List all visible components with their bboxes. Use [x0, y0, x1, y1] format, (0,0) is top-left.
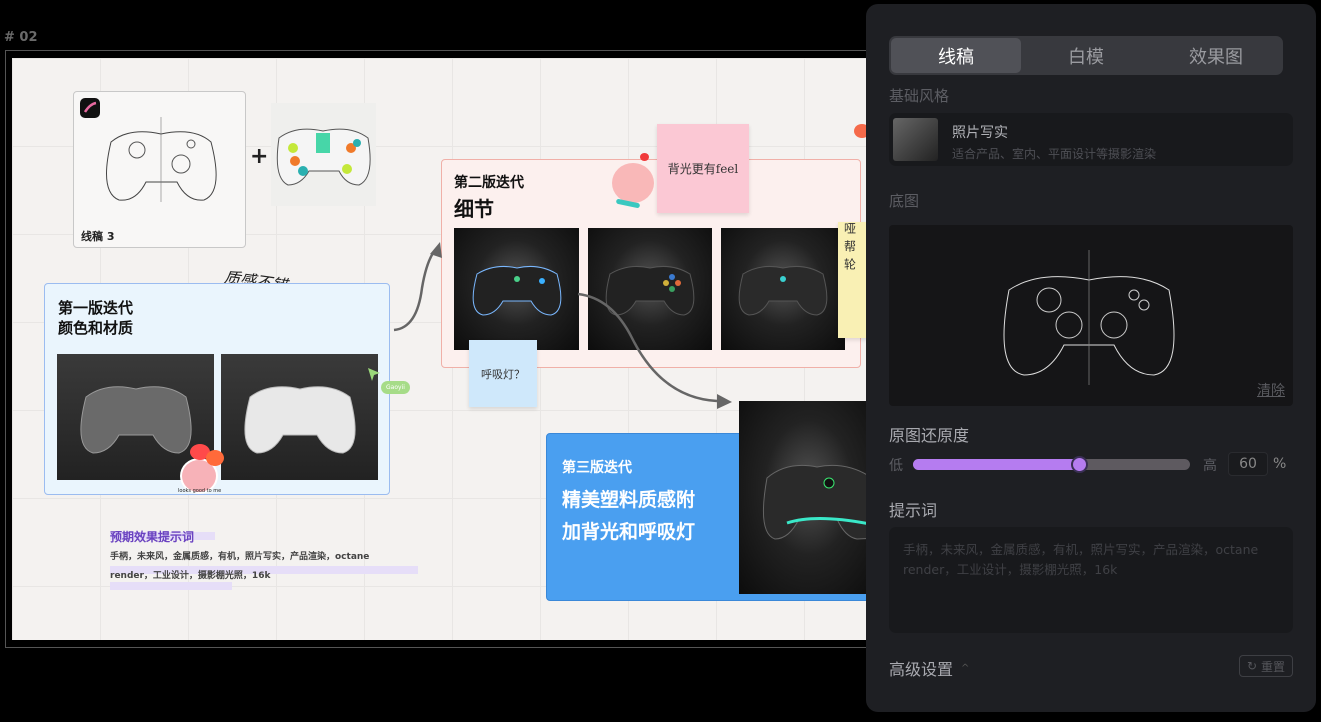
fidelity-slider[interactable]	[913, 456, 1190, 473]
style-thumbnail	[893, 118, 938, 161]
reset-button[interactable]: ↻ 重置	[1239, 655, 1293, 677]
refresh-icon: ↻	[1246, 659, 1258, 673]
frame-label: # 02	[4, 30, 38, 45]
base-image[interactable]: 清除	[889, 225, 1293, 406]
fidelity-slider-fill	[913, 459, 1080, 470]
reset-label: 重置	[1261, 659, 1286, 674]
tab-line-sketch[interactable]: 线稿	[891, 38, 1021, 73]
controller-sketch-base	[1003, 250, 1175, 385]
fidelity-label: 原图还原度	[889, 426, 970, 445]
base-image-label: 底图	[889, 192, 920, 210]
fidelity-high-label: 高	[1203, 458, 1217, 474]
chevron-up-icon: ^	[961, 662, 970, 674]
base-style-label: 基础风格	[889, 87, 950, 105]
tab-rendering[interactable]: 效果图	[1151, 38, 1281, 73]
mode-tabs: 线稿 白模 效果图	[889, 36, 1283, 75]
style-description: 适合产品、室内、平面设计等摄影渲染	[952, 147, 1157, 161]
style-option-card[interactable]: 照片写实 适合产品、室内、平面设计等摄影渲染	[889, 113, 1293, 166]
whiteboard-canvas[interactable]: 线稿 3 + 质感不错 第一版迭代 颜色和材质 looks good to me…	[12, 58, 868, 640]
settings-panel: 线稿 白模 效果图 基础风格 照片写实 适合产品、室内、平面设计等摄影渲染 底图…	[866, 4, 1316, 712]
fidelity-slider-handle[interactable]	[1071, 456, 1089, 473]
prompt-textarea[interactable]: 手柄，未来风，金属质感，有机，照片写实，产品渲染，octane render，工…	[889, 527, 1293, 633]
fidelity-value-input[interactable]: 60	[1228, 452, 1268, 476]
connector-arrows	[393, 242, 732, 409]
prompt-label: 提示词	[889, 501, 938, 520]
fidelity-low-label: 低	[889, 458, 903, 474]
clear-button[interactable]: 清除	[1257, 380, 1285, 400]
fidelity-unit: %	[1273, 456, 1287, 472]
tab-white-model[interactable]: 白模	[1021, 38, 1151, 73]
advanced-settings-label: 高级设置	[889, 660, 954, 679]
style-name: 照片写实	[952, 125, 1008, 141]
advanced-settings-toggle[interactable]: 高级设置 ^	[889, 656, 969, 680]
